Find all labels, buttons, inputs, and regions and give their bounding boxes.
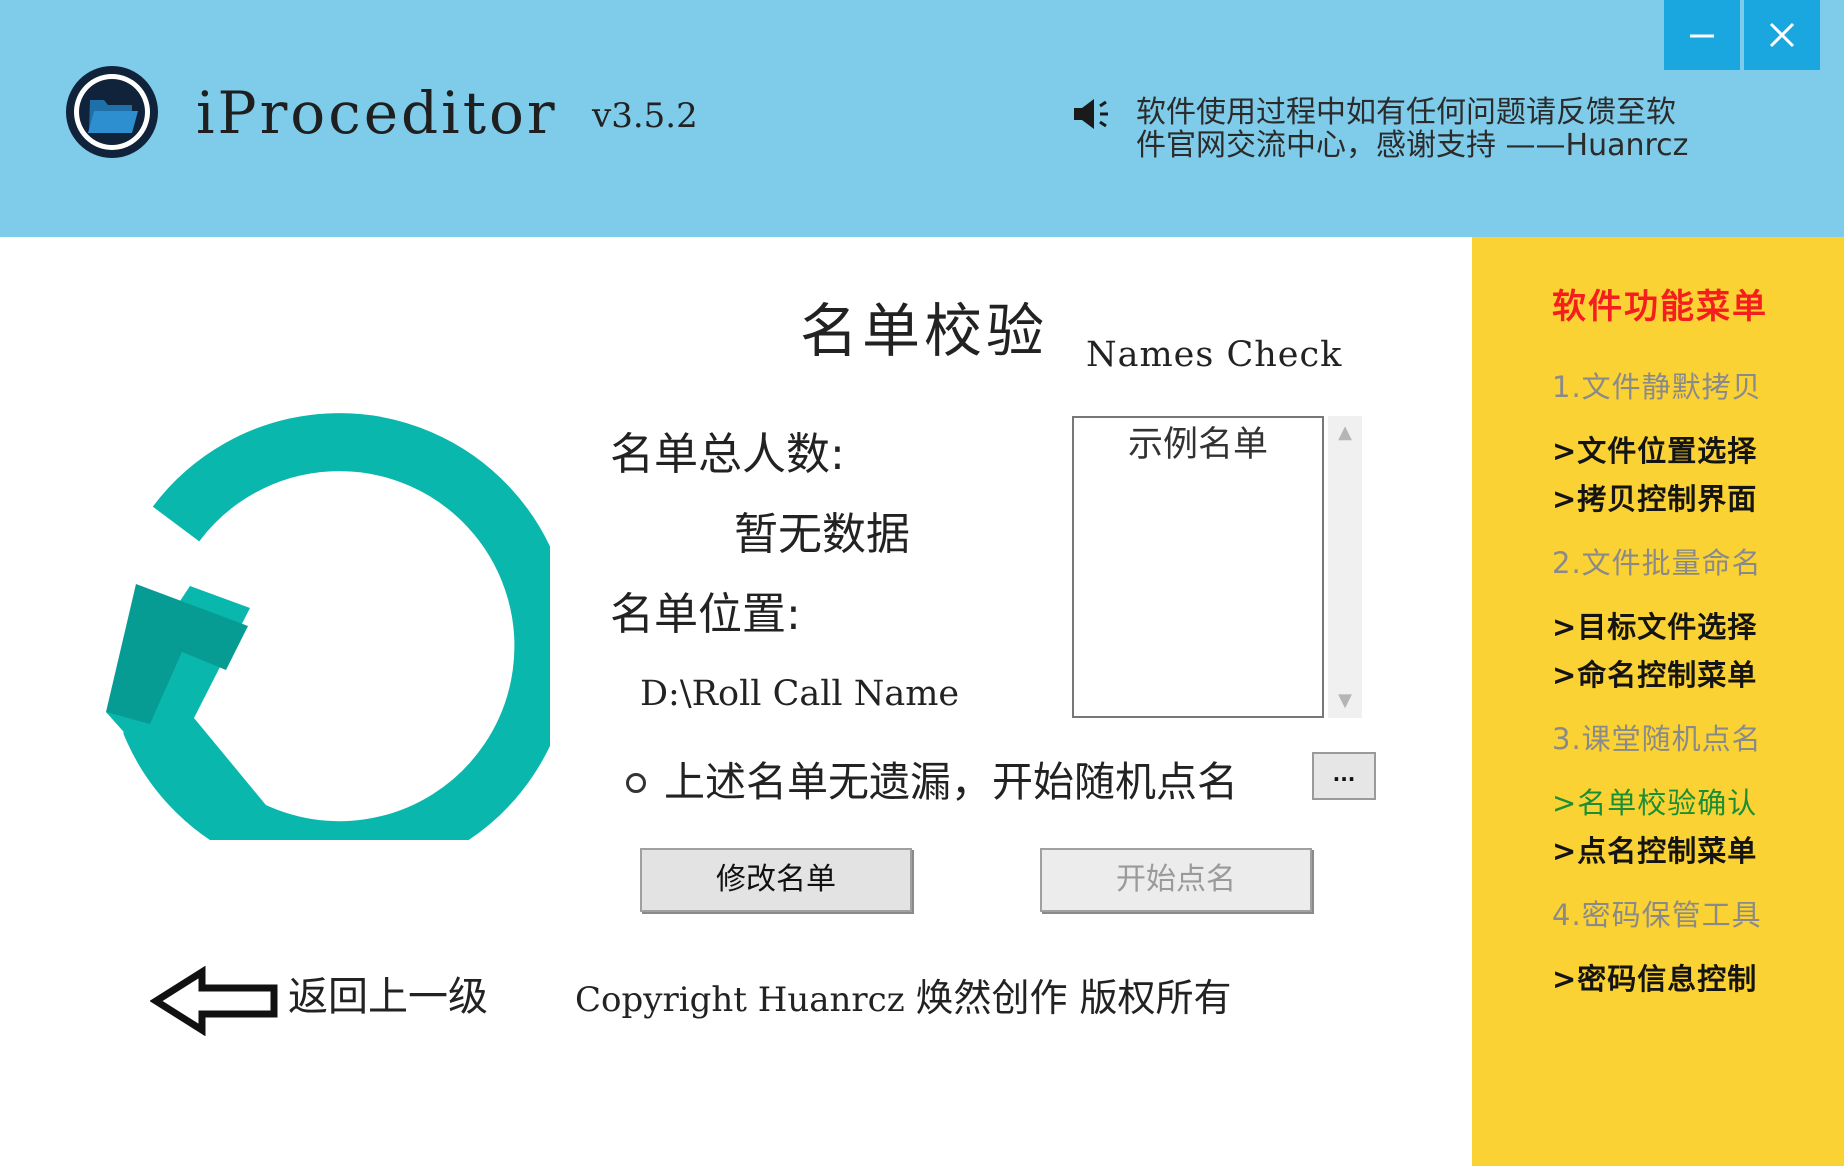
menu-item-copy-control[interactable]: >拷贝控制界面 xyxy=(1552,481,1757,517)
minimize-button[interactable] xyxy=(1664,0,1740,70)
modify-list-button[interactable]: 修改名单 xyxy=(640,848,912,912)
menu-item-rename-control[interactable]: >命名控制菜单 xyxy=(1552,657,1757,693)
app-version: v3.5.2 xyxy=(592,96,698,136)
start-roll-call-button[interactable]: 开始点名 xyxy=(1040,848,1312,912)
menu-title: 软件功能菜单 xyxy=(1552,287,1768,327)
name-list-box[interactable]: 示例名单 xyxy=(1072,416,1324,718)
copyright-en: Copyright Huanrcz xyxy=(575,980,905,1020)
menu-item-target-files[interactable]: >目标文件选择 xyxy=(1552,609,1757,645)
notice-line-2: 件官网交流中心，感谢支持 ——Huanrcz xyxy=(1136,128,1689,163)
list-item[interactable]: 示例名单 xyxy=(1074,424,1322,466)
menu-section-roll-call: 3.课堂随机点名 xyxy=(1552,722,1762,756)
title-bar: iProceditor v3.5.2 软件使用过程中如有任何问题请反馈至软 件官… xyxy=(0,0,1844,237)
menu-section-rename: 2.文件批量命名 xyxy=(1552,546,1762,580)
menu-item-file-location[interactable]: >文件位置选择 xyxy=(1552,433,1757,469)
copyright-zh: 焕然创作 版权所有 xyxy=(915,976,1232,1020)
back-label[interactable]: 返回上一级 xyxy=(288,972,488,1022)
browse-button[interactable]: ... xyxy=(1312,752,1376,800)
start-roll-call-radio[interactable] xyxy=(626,773,646,793)
location-value: D:\Roll Call Name xyxy=(640,674,960,714)
app-name: iProceditor xyxy=(196,79,558,147)
menu-section-copy: 1.文件静默拷贝 xyxy=(1552,370,1762,404)
scroll-up-icon[interactable]: ▲ xyxy=(1328,420,1362,446)
radio-label[interactable]: 上述名单无遗漏，开始随机点名 xyxy=(664,756,1238,808)
speaker-icon xyxy=(1074,99,1108,129)
scroll-down-icon[interactable]: ▼ xyxy=(1328,688,1362,714)
menu-item-roll-call-control[interactable]: >点名控制菜单 xyxy=(1552,833,1757,869)
back-arrow-icon[interactable] xyxy=(150,966,278,1036)
notice-line-1: 软件使用过程中如有任何问题请反馈至软 xyxy=(1136,95,1676,130)
total-value: 暂无数据 xyxy=(734,509,910,560)
close-button[interactable] xyxy=(1744,0,1820,70)
refresh-logo-icon xyxy=(106,413,550,840)
side-menu: 软件功能菜单 1.文件静默拷贝 >文件位置选择 >拷贝控制界面 2.文件批量命名… xyxy=(1472,237,1844,1166)
menu-item-password-control[interactable]: >密码信息控制 xyxy=(1552,961,1757,997)
folder-app-icon xyxy=(66,66,158,158)
list-scrollbar[interactable]: ▲ ▼ xyxy=(1328,416,1362,718)
location-label: 名单位置: xyxy=(610,589,801,640)
close-icon xyxy=(1769,22,1795,48)
total-label: 名单总人数: xyxy=(610,429,845,480)
copyright: Copyright Huanrcz 焕然创作 版权所有 xyxy=(575,976,1232,1022)
minimize-icon xyxy=(1690,34,1714,38)
menu-section-password: 4.密码保管工具 xyxy=(1552,898,1762,932)
menu-item-names-check[interactable]: >名单校验确认 xyxy=(1552,785,1757,821)
page-title: 名单校验 xyxy=(800,297,1049,365)
notice-text: 软件使用过程中如有任何问题请反馈至软 件官网交流中心，感谢支持 ——Huanrc… xyxy=(1136,96,1716,162)
page-title-en: Names Check xyxy=(1086,335,1343,375)
